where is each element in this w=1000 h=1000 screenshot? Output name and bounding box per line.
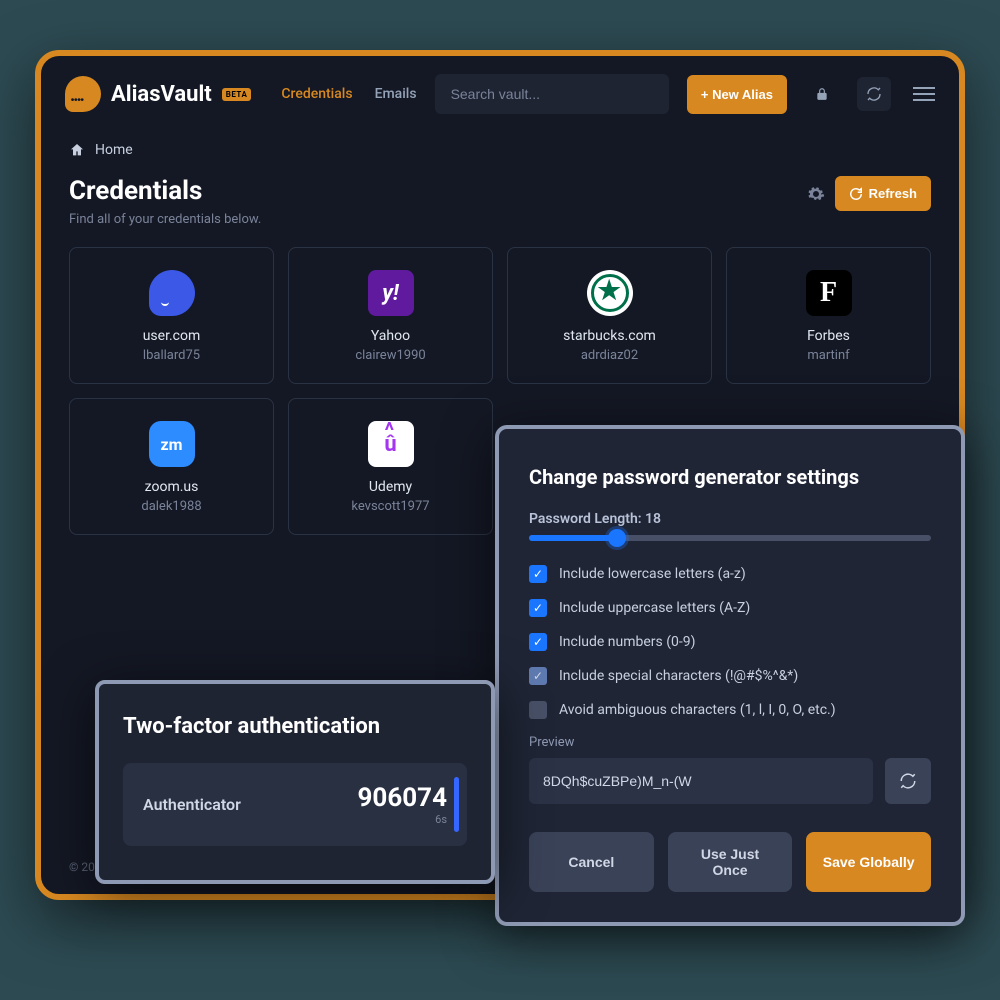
- page-subtitle: Find all of your credentials below.: [69, 212, 261, 227]
- regenerate-button[interactable]: [885, 758, 931, 804]
- password-generator-panel: Change password generator settings Passw…: [495, 425, 965, 926]
- refresh-button[interactable]: Refresh: [835, 176, 931, 211]
- credential-card[interactable]: user.com lballard75: [69, 247, 274, 384]
- page-header: Credentials Find all of your credentials…: [41, 176, 959, 247]
- credential-card[interactable]: zm zoom.us dalek1988: [69, 398, 274, 535]
- credential-card[interactable]: û Udemy kevscott1977: [288, 398, 493, 535]
- brand-icon-forbes: F: [806, 270, 852, 316]
- length-slider[interactable]: [529, 535, 931, 541]
- timer-bar: [454, 777, 459, 832]
- twofa-title: Two-factor authentication: [123, 714, 467, 739]
- length-label: Password Length: 18: [529, 511, 931, 527]
- checkbox-uppercase[interactable]: ✓: [529, 599, 547, 617]
- auth-code: 906074: [357, 783, 447, 813]
- nav-emails[interactable]: Emails: [375, 86, 417, 102]
- slider-thumb[interactable]: [608, 529, 626, 547]
- generator-title: Change password generator settings: [529, 465, 931, 489]
- checkbox-numbers[interactable]: ✓: [529, 633, 547, 651]
- nav: Credentials Emails: [281, 86, 416, 102]
- preview-label: Preview: [529, 735, 931, 750]
- brand-icon-starbucks: [587, 270, 633, 316]
- logo-icon: [65, 76, 101, 112]
- brand-icon-zoom: zm: [149, 421, 195, 467]
- brand-icon-yahoo: y!: [368, 270, 414, 316]
- credential-card[interactable]: y! Yahoo clairew1990: [288, 247, 493, 384]
- gear-icon[interactable]: [807, 185, 825, 203]
- topbar: AliasVault BETA Credentials Emails + New…: [41, 56, 959, 132]
- breadcrumb-home: Home: [95, 142, 133, 158]
- checkbox-lowercase[interactable]: ✓: [529, 565, 547, 583]
- authenticator-row[interactable]: Authenticator 906074 6s: [123, 763, 467, 846]
- save-globally-button[interactable]: Save Globally: [806, 832, 931, 892]
- page-title: Credentials: [69, 176, 261, 206]
- use-once-button[interactable]: Use Just Once: [668, 832, 793, 892]
- sync-icon[interactable]: [857, 77, 891, 111]
- checkbox-special[interactable]: ✓: [529, 667, 547, 685]
- cancel-button[interactable]: Cancel: [529, 832, 654, 892]
- credential-card[interactable]: F Forbes martinf: [726, 247, 931, 384]
- lock-icon[interactable]: [805, 77, 839, 111]
- new-alias-button[interactable]: + New Alias: [687, 75, 787, 114]
- auth-label: Authenticator: [143, 795, 241, 814]
- home-icon: [69, 142, 85, 158]
- refresh-icon: [849, 187, 863, 201]
- nav-credentials[interactable]: Credentials: [281, 86, 352, 102]
- menu-icon[interactable]: [913, 87, 935, 101]
- logo[interactable]: AliasVault BETA: [65, 76, 251, 112]
- brand-icon-udemy: û: [368, 421, 414, 467]
- search-input[interactable]: [435, 74, 669, 114]
- brand-icon-user: [149, 270, 195, 316]
- twofa-panel: Two-factor authentication Authenticator …: [95, 680, 495, 884]
- preview-input[interactable]: [529, 758, 873, 804]
- breadcrumb[interactable]: Home: [41, 132, 959, 176]
- refresh-icon: [899, 772, 917, 790]
- auth-timer: 6s: [357, 813, 447, 826]
- credential-card[interactable]: starbucks.com adrdiaz02: [507, 247, 712, 384]
- beta-badge: BETA: [222, 88, 252, 101]
- checkbox-ambiguous[interactable]: [529, 701, 547, 719]
- app-name: AliasVault: [111, 82, 212, 107]
